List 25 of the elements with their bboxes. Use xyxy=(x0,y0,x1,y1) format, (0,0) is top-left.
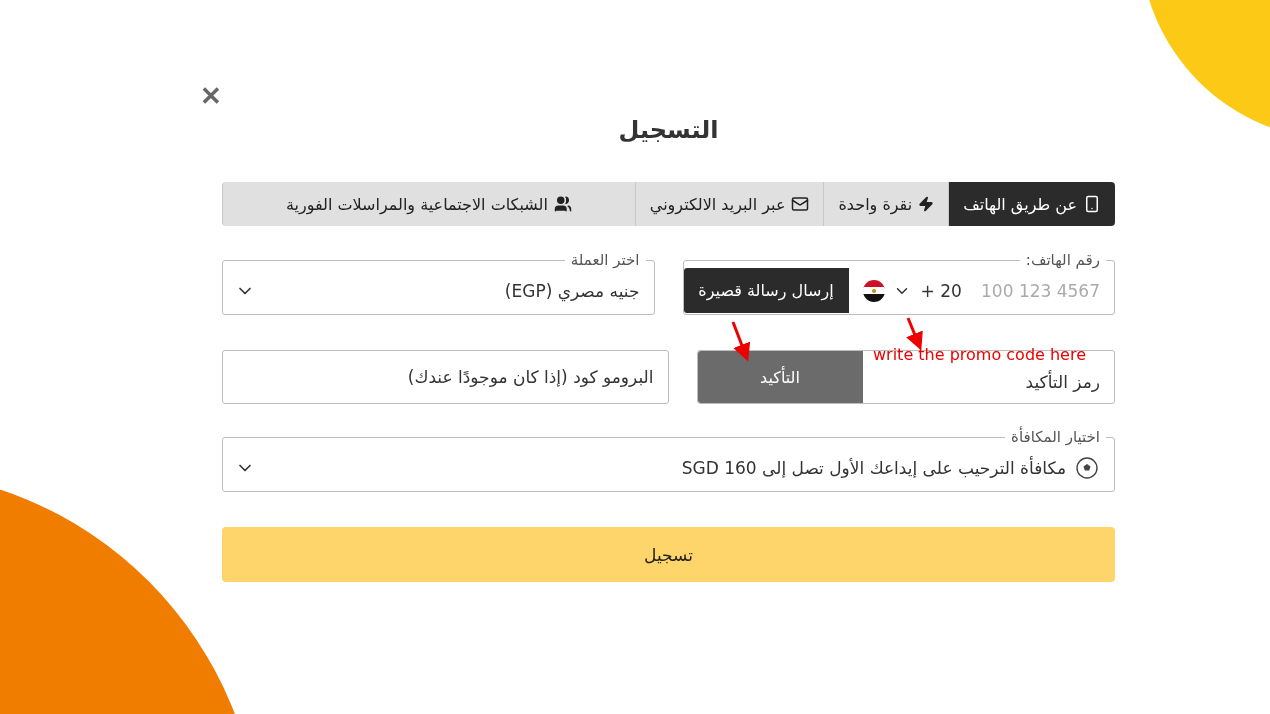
send-sms-button[interactable]: إرسال رسالة قصيرة xyxy=(683,268,849,313)
arrow xyxy=(731,321,751,362)
field-label: رقم الهاتف: xyxy=(1024,251,1101,269)
flag-icon[interactable] xyxy=(862,279,885,302)
tab[interactable]: عن طريق الهاتف xyxy=(948,182,1115,226)
field-placeholder: رمز التأكيد xyxy=(1025,370,1100,394)
tab[interactable]: عبر البريد الالكتروني xyxy=(634,182,824,226)
envelope-icon xyxy=(791,195,810,213)
promo-code-field[interactable]: البرومو كود (إذا كان موجودًا عندك) xyxy=(222,350,669,404)
phone-number-input[interactable]: 100 123 4567 xyxy=(963,268,1114,313)
tab[interactable]: نقرة واحدة xyxy=(823,182,949,226)
country-code: + 20 xyxy=(919,280,963,301)
currency-select[interactable]: اختر العملة جنيه مصري (EGP) xyxy=(222,251,655,315)
field-label: اختر العملة xyxy=(569,251,641,269)
tab[interactable]: الشبكات الاجتماعية والمراسلات الفورية xyxy=(222,182,635,226)
register-button[interactable]: تسجيل xyxy=(222,527,1115,582)
close-button[interactable]: ✕ xyxy=(200,82,222,110)
phone-icon xyxy=(1083,195,1101,213)
confirm-button[interactable]: التأكيد xyxy=(697,351,863,403)
soccer-ball-icon xyxy=(1076,456,1098,479)
people-icon xyxy=(553,195,572,213)
dialog-title: التسجيل xyxy=(618,115,719,146)
bonus-select[interactable]: اختيار المكافأة مكافأة الترحيب على إيداعك الأول تصل إلى 160 SGD xyxy=(222,428,1115,492)
field-label: اختيار المكافأة xyxy=(1010,428,1101,446)
lightning-icon xyxy=(918,196,935,212)
